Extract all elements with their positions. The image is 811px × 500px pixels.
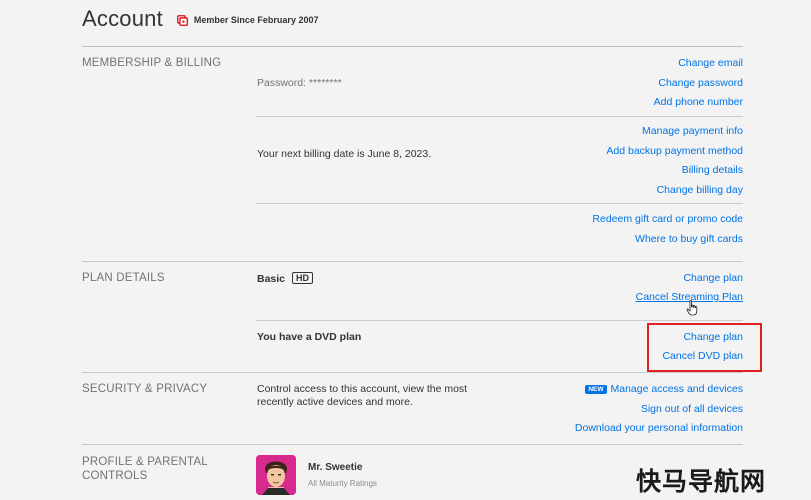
sign-out-all-link[interactable]: Sign out of all devices [641,403,743,415]
header-divider [82,46,743,47]
security-privacy-label: SECURITY & PRIVACY [82,383,208,395]
plan-details-label: PLAN DETAILS [82,272,165,284]
change-billing-day-link[interactable]: Change billing day [657,184,743,196]
add-backup-payment-link[interactable]: Add backup payment method [606,145,743,157]
account-page: Account Member Since February 2007 MEMBE… [0,0,811,500]
billing-details-link[interactable]: Billing details [682,164,743,176]
profile-name: Mr. Sweetie [308,462,363,473]
membership-billing-label: MEMBERSHIP & BILLING [82,57,222,69]
change-plan-streaming-link[interactable]: Change plan [683,272,743,284]
password-text: Password: ******** [257,77,342,89]
security-description-line2: recently active devices and more. [257,396,413,408]
streaming-plan-name: Basic [257,273,286,285]
plan-subdivider [256,320,743,321]
manage-access-row[interactable]: NEW Manage access and devices [585,383,743,395]
profile-controls-label-line1: PROFILE & PARENTAL [82,456,208,468]
highlight-box [647,323,762,372]
dvd-plan-text: You have a DVD plan [257,331,362,343]
profile-avatar[interactable] [256,455,296,495]
download-info-link[interactable]: Download your personal information [575,422,743,434]
page-title: Account [82,6,163,31]
profile-maturity-rating: All Maturity Ratings [308,479,377,488]
billing-subdivider [256,203,743,204]
where-buy-gift-link[interactable]: Where to buy gift cards [635,233,743,245]
change-password-link[interactable]: Change password [658,77,743,89]
member-since-badge: Member Since February 2007 [176,14,319,26]
hand-cursor-icon [686,300,698,316]
manage-payment-link[interactable]: Manage payment info [642,125,743,137]
membership-subdivider [256,116,743,117]
plan-section-divider [82,372,743,373]
membership-card-icon [176,14,188,26]
redeem-gift-link[interactable]: Redeem gift card or promo code [592,213,743,225]
membership-section-divider [82,261,743,262]
hd-badge: HD [291,272,313,284]
streaming-plan: Basic HD [257,272,313,285]
account-header: Account Member Since February 2007 [82,6,318,32]
new-badge: NEW [585,385,607,394]
avatar-face-icon [256,455,296,495]
add-phone-link[interactable]: Add phone number [654,96,743,108]
member-since-text: Member Since February 2007 [193,15,319,25]
security-description-line1: Control access to this account, view the… [257,383,468,395]
security-section-divider [82,444,743,445]
profile-controls-label-line2: CONTROLS [82,470,148,482]
manage-access-link[interactable]: Manage access and devices [611,383,744,395]
billing-date-text: Your next billing date is June 8, 2023. [257,148,432,160]
change-email-link[interactable]: Change email [678,57,743,69]
site-watermark: 快马导航网 [636,467,767,496]
